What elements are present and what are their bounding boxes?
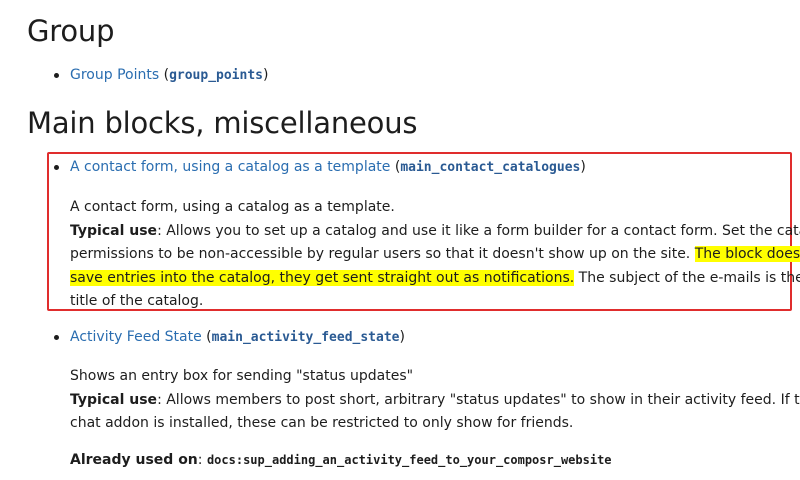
- activity-feed-description-block: Shows an entry box for sending "status u…: [70, 365, 800, 436]
- typical-use-text: The subject of the e-mails is the: [574, 269, 800, 286]
- group-points-link[interactable]: Group Points: [70, 67, 159, 83]
- contact-form-description: A contact form, using a catalog as a tem…: [70, 199, 395, 215]
- group-points-code: group_points: [169, 68, 263, 83]
- typical-use-line-3: save entries into the catalog, they get …: [70, 267, 800, 291]
- list-item-group-points: Group Points (group_points): [70, 65, 268, 86]
- bullet-icon: [54, 335, 59, 340]
- typical-use-line-1: Typical use: Allows members to post shor…: [70, 389, 800, 413]
- paren-close: ): [262, 67, 269, 83]
- contact-form-description-block: A contact form, using a catalog as a tem…: [70, 196, 800, 314]
- bullet-icon: [54, 73, 59, 78]
- typical-use-text: permissions to be non-accessible by regu…: [70, 246, 695, 262]
- section-heading-group: Group: [27, 14, 115, 48]
- highlighted-text: The block doesn't: [694, 246, 800, 262]
- typical-use-text: : Allows members to post short, arbitrar…: [157, 391, 800, 408]
- already-used-on-line: Already used on: docs:sup_adding_an_acti…: [70, 449, 794, 473]
- typical-use-line-4: title of the catalog.: [70, 293, 204, 309]
- already-used-label: Already used on: [70, 452, 198, 468]
- typical-use-label: Typical use: [70, 222, 158, 239]
- typical-use-line-2: chat addon is installed, these can be re…: [70, 415, 574, 431]
- activity-feed-state-link[interactable]: Activity Feed State: [70, 329, 202, 345]
- activity-feed-state-code: main_activity_feed_state: [211, 330, 400, 345]
- activity-feed-description: Shows an entry box for sending "status u…: [70, 368, 414, 384]
- list-item-contact-form: A contact form, using a catalog as a tem…: [70, 157, 586, 178]
- already-used-value[interactable]: docs:sup_adding_an_activity_feed_to_your…: [207, 453, 612, 467]
- bullet-icon: [54, 165, 59, 170]
- typical-use-line-1: Typical use: Allows you to set up a cata…: [70, 220, 800, 244]
- section-heading-main-blocks: Main blocks, miscellaneous: [27, 106, 418, 140]
- highlighted-text: save entries into the catalog, they get …: [70, 269, 575, 286]
- typical-use-text: : Allows you to set up a catalog and use…: [157, 222, 800, 239]
- paren-close: ): [580, 159, 586, 175]
- typical-use-line-2: permissions to be non-accessible by regu…: [70, 243, 800, 267]
- contact-form-link[interactable]: A contact form, using a catalog as a tem…: [70, 159, 390, 175]
- list-item-activity-feed-state: Activity Feed State (main_activity_feed_…: [70, 327, 405, 348]
- contact-form-code: main_contact_catalogues: [400, 160, 581, 175]
- typical-use-label: Typical use: [70, 391, 158, 408]
- paren-close: ): [399, 329, 405, 345]
- already-used-colon: :: [197, 452, 207, 468]
